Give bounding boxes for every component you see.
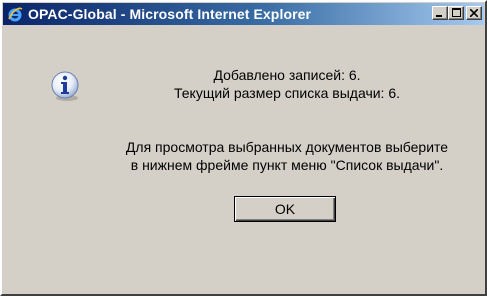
maximize-button[interactable]: [448, 6, 464, 20]
message-line-1: Добавлено записей: 6.: [213, 67, 361, 83]
minimize-icon: [436, 4, 444, 22]
title-bar[interactable]: OPAC-Global - Microsoft Internet Explore…: [3, 3, 484, 25]
close-icon: [469, 4, 479, 22]
internet-explorer-icon: [7, 6, 23, 22]
message-line-2: Текущий размер списка выдачи: 6.: [173, 85, 401, 101]
ok-button[interactable]: OK: [234, 196, 336, 222]
message-line-4: в нижнем фрейме пункт меню "Список выдач…: [130, 157, 444, 173]
ok-button-label: OK: [274, 201, 296, 217]
dialog-window: OPAC-Global - Microsoft Internet Explore…: [0, 0, 487, 296]
close-button[interactable]: [466, 6, 482, 20]
info-icon: [48, 69, 82, 108]
window-title: OPAC-Global - Microsoft Internet Explore…: [28, 6, 312, 22]
message-line-3: Для просмотра выбранных документов выбер…: [125, 139, 449, 155]
minimize-button[interactable]: [432, 6, 448, 20]
maximize-icon: [451, 4, 461, 22]
